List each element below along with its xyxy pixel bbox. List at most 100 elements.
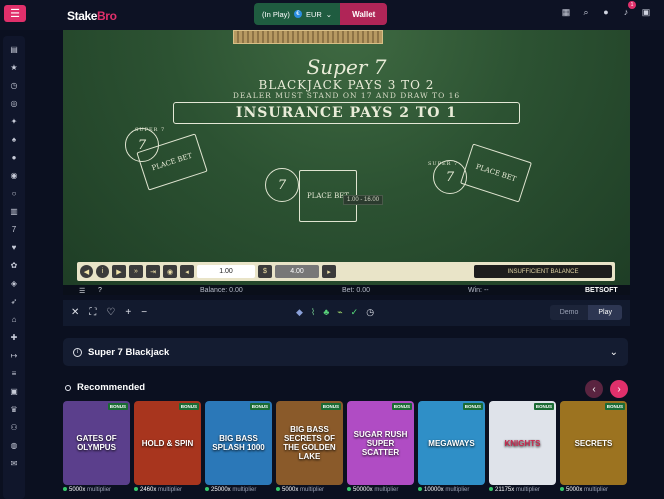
home-icon[interactable]: ▤ xyxy=(7,42,21,56)
game-card-title: BIG BASS SECRETS OF THE GOLDEN LAKE xyxy=(283,425,336,461)
game-card-title: KNIGHTS xyxy=(504,438,541,448)
list-icon[interactable]: ≡ xyxy=(7,366,21,380)
bonus-badge: BONUS xyxy=(178,403,199,410)
chart-icon[interactable]: ✓ xyxy=(351,307,359,318)
gamepad-icon[interactable]: ▣ xyxy=(7,384,21,398)
card-multiplier: 5000x multiplier xyxy=(276,487,343,493)
help-icon[interactable]: ? xyxy=(98,287,102,294)
game-card[interactable]: BONUS BIG BASS SPLASH 1000 xyxy=(205,401,272,485)
game-info-bar[interactable]: i Super 7 Blackjack ⌄ xyxy=(63,338,628,366)
game-card[interactable]: BONUS SECRETS xyxy=(560,401,627,485)
fullscreen-icon[interactable]: ⛶ xyxy=(89,307,96,318)
recommended-icon xyxy=(65,384,71,391)
trophy-icon[interactable]: ♛ xyxy=(7,402,21,416)
game-card[interactable]: BONUS MEGAWAYS xyxy=(418,401,485,485)
status-dot-icon xyxy=(489,487,493,491)
insurance-banner: INSURANCE PAYS 2 TO 1 xyxy=(173,102,520,124)
globe-icon[interactable]: ◍ xyxy=(7,438,21,452)
user-icon[interactable]: ● xyxy=(7,150,21,164)
close-icon[interactable]: ✕ xyxy=(71,307,79,318)
rules-payout: BLACKJACK PAYS 3 TO 2 xyxy=(258,78,435,92)
chip-icon[interactable]: ◉ xyxy=(7,168,21,182)
game-frame[interactable]: Super 7 BLACKJACK PAYS 3 TO 2 DEALER MUS… xyxy=(63,30,630,295)
skip-icon[interactable]: ⇥ xyxy=(146,265,160,278)
chat-icon[interactable]: ▣ xyxy=(640,6,652,18)
game-card-title: SECRETS xyxy=(574,438,613,448)
menu-icon[interactable]: ☰ xyxy=(79,287,85,295)
win-text: Win: -- xyxy=(468,287,489,294)
bet-controls: ◀ i ▶ » ⇥ ◉ ◂ 1.00 $ 4.00 ▸ INSUFFICIENT… xyxy=(77,262,615,281)
recommended-header: Recommended xyxy=(65,382,145,393)
favorite-icon[interactable]: ♡ xyxy=(106,307,115,318)
chips-icon[interactable]: ◉ xyxy=(163,265,177,278)
game-card-title: MEGAWAYS xyxy=(428,438,475,448)
increase-chip-button[interactable]: ▸ xyxy=(322,265,336,278)
next-arrow-icon[interactable]: › xyxy=(610,380,628,398)
gift-icon[interactable]: ✿ xyxy=(7,258,21,272)
crown-icon[interactable]: ✦ xyxy=(7,114,21,128)
bet-text: Bet: 0.00 xyxy=(342,287,371,294)
circle-icon[interactable]: ○ xyxy=(7,186,21,200)
chevron-down-icon: ⌄ xyxy=(325,9,333,19)
history-icon[interactable]: ◷ xyxy=(7,78,21,92)
balance-text: Balance: 0.00 xyxy=(200,287,243,294)
demo-button[interactable]: Demo xyxy=(550,305,589,320)
info-icon[interactable]: i xyxy=(96,265,109,278)
seven-icon[interactable]: 7 xyxy=(7,222,21,236)
fast-forward-icon[interactable]: » xyxy=(129,265,143,278)
stats-icon[interactable]: ⌇ xyxy=(311,307,315,318)
status-dot-icon xyxy=(134,487,138,491)
gift-icon[interactable]: ▦ xyxy=(560,6,572,18)
recommended-title: Recommended xyxy=(77,382,146,393)
card-multiplier: 10000x multiplier xyxy=(418,487,485,493)
search-icon[interactable]: ⌕ xyxy=(580,6,592,18)
user-icon[interactable]: ● xyxy=(600,6,612,18)
carousel-arrows: ‹ › xyxy=(585,380,628,398)
logo[interactable]: StakeBro xyxy=(67,9,117,23)
super7-bet-spot[interactable]: 7 xyxy=(265,168,299,202)
info-icon: i xyxy=(73,347,82,357)
currency-selector[interactable]: (In Play) € EUR ⌄ xyxy=(254,3,341,25)
game-card[interactable]: BONUS SUGAR RUSH SUPER SCATTER xyxy=(347,401,414,485)
live-icon[interactable]: ♣ xyxy=(323,307,329,318)
plus-icon[interactable]: + xyxy=(125,307,131,318)
game-card[interactable]: BONUS GATES OF OLYMPUS xyxy=(63,401,130,485)
star-icon[interactable]: ★ xyxy=(7,60,21,74)
decrease-chip-button[interactable]: ◂ xyxy=(180,265,194,278)
users-icon[interactable]: ⚇ xyxy=(7,420,21,434)
currency-code: EUR xyxy=(305,9,322,19)
game-card[interactable]: BONUS HOLD & SPIN xyxy=(134,401,201,485)
chevron-down-icon[interactable]: ⌄ xyxy=(610,347,618,358)
game-card[interactable]: BONUS KNIGHTS xyxy=(489,401,556,485)
theater-icon[interactable]: ◆ xyxy=(296,307,303,318)
cards-icon[interactable]: ♠ xyxy=(7,132,21,146)
arrow-icon[interactable]: ↦ xyxy=(7,348,21,362)
minus-icon[interactable]: − xyxy=(141,307,147,318)
chat-icon[interactable]: ✉ xyxy=(7,456,21,470)
bell-icon[interactable]: ♪ 1 xyxy=(620,1,636,18)
cake-icon[interactable]: ⌂ xyxy=(7,312,21,326)
card-multiplier: 25000x multiplier xyxy=(205,487,272,493)
game-card-title: BIG BASS SPLASH 1000 xyxy=(212,434,265,452)
recommended-multipliers: 5000x multiplier 2460x multiplier 25000x m… xyxy=(63,487,627,493)
spin-icon[interactable]: ◎ xyxy=(7,96,21,110)
rocket-icon[interactable]: ➶ xyxy=(7,294,21,308)
slots-icon[interactable]: ▥ xyxy=(7,204,21,218)
play-icon[interactable]: ▶ xyxy=(112,265,126,278)
stake-icon: $ xyxy=(258,265,272,278)
play-button[interactable]: Play xyxy=(588,305,622,320)
game-card[interactable]: BONUS BIG BASS SECRETS OF THE GOLDEN LAKE xyxy=(276,401,343,485)
live-icon[interactable]: ◈ xyxy=(7,276,21,290)
recommended-cards: BONUS GATES OF OLYMPUS BONUS HOLD & SPIN BON… xyxy=(63,401,627,485)
heart-icon[interactable]: ♥ xyxy=(7,240,21,254)
prev-arrow-icon[interactable]: ‹ xyxy=(585,380,603,398)
clock-icon[interactable]: ◷ xyxy=(366,307,374,318)
trend-icon[interactable]: ⌁ xyxy=(337,307,342,318)
sound-icon[interactable]: ◀ xyxy=(80,265,93,278)
menu-icon[interactable]: ☰ xyxy=(4,5,26,22)
header-actions: ▦ ⌕ ● ♪ 1 ▣ xyxy=(560,1,652,18)
plus-icon[interactable]: ✚ xyxy=(7,330,21,344)
provider-logo: BETSOFT xyxy=(585,287,618,294)
wallet-button[interactable]: Wallet xyxy=(340,3,388,25)
status-dot-icon xyxy=(205,487,209,491)
